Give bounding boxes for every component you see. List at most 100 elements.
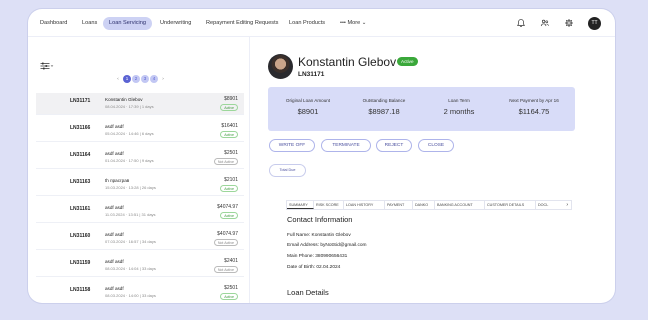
reject-button[interactable]: REJECT bbox=[376, 139, 412, 152]
client-status-badge: Active bbox=[397, 57, 418, 66]
loan-client-name: asdf asdf bbox=[105, 259, 124, 264]
loan-amount: $4074.97 bbox=[217, 231, 238, 237]
pager-prev[interactable]: ‹ bbox=[114, 75, 122, 83]
loan-id: LN31164 bbox=[70, 152, 91, 158]
loan-status-badge: Active bbox=[220, 293, 238, 300]
tab-documents[interactable]: DOCL bbox=[536, 201, 561, 209]
tab-loan-history[interactable]: LOAN HISTORY bbox=[344, 201, 385, 209]
loan-date: 15.03.2024 · 13:28 | 26 days bbox=[105, 185, 156, 190]
nav-underwriting[interactable]: Underwriting bbox=[154, 17, 197, 30]
stat-value-original-amount: $8901 bbox=[297, 107, 319, 116]
loan-id: LN31159 bbox=[70, 260, 91, 266]
loan-client-name: asdf asdf bbox=[105, 286, 124, 291]
loan-row[interactable]: LN31164 asdf asdf 01.04.2024 · 17:50 | 9… bbox=[36, 147, 244, 169]
loan-amount: $8901 bbox=[224, 96, 238, 102]
loan-id: LN31161 bbox=[70, 206, 91, 212]
loan-row[interactable]: LN31171 Konstantin Glebov 08.04.2024 · 1… bbox=[36, 93, 244, 115]
loan-amount: $2501 bbox=[224, 150, 238, 156]
loan-stats-panel: Original Loan Amount $8901 Outstanding B… bbox=[268, 87, 575, 131]
tab-payment[interactable]: PAYMENT bbox=[385, 201, 413, 209]
pager-page-3[interactable]: 3 bbox=[141, 75, 149, 83]
loan-row[interactable]: LN31163 th прасграв 15.03.2024 · 13:28 |… bbox=[36, 174, 244, 196]
nav-repayment-editing-requests[interactable]: Repayment Editing Requests bbox=[200, 17, 284, 30]
contact-phone: Main Phone: 380990656431 bbox=[287, 254, 348, 259]
loan-amount: $4074.97 bbox=[217, 204, 238, 210]
chevron-down-icon: ⌄ bbox=[361, 20, 367, 26]
write-off-button[interactable]: WRITE OFF bbox=[269, 139, 315, 152]
tab-danko[interactable]: DANKO bbox=[413, 201, 435, 209]
filter-sliders-icon[interactable] bbox=[40, 57, 54, 75]
loan-row[interactable]: LN31158 asdf asdf 08.03.2024 · 14:00 | 3… bbox=[36, 282, 244, 303]
top-navigation: Dashboard Loans Loan Servicing Underwrit… bbox=[28, 9, 615, 37]
nav-loans[interactable]: Loans bbox=[76, 17, 103, 30]
loan-status-badge: Not Active bbox=[213, 239, 238, 246]
tab-summary[interactable]: SUMMARY bbox=[287, 201, 314, 209]
loan-client-name: Konstantin Glebov bbox=[105, 97, 143, 102]
app-window: Dashboard Loans Loan Servicing Underwrit… bbox=[28, 9, 615, 303]
stat-value-next-payment: $1164.75 bbox=[518, 107, 550, 116]
loan-status-badge: Active bbox=[220, 104, 238, 111]
loan-client-name: th прасграв bbox=[105, 178, 130, 183]
loan-date: 01.04.2024 · 17:50 | 9 days bbox=[105, 158, 154, 163]
more-label: More bbox=[347, 20, 361, 26]
loan-client-name: asdf asdf bbox=[105, 151, 124, 156]
pager-page-4[interactable]: 4 bbox=[150, 75, 158, 83]
nav-dashboard[interactable]: Dashboard bbox=[34, 17, 73, 30]
pager-page-1[interactable]: 1 bbox=[123, 75, 131, 83]
loan-status-badge: Active bbox=[220, 131, 238, 138]
loan-date: 08.04.2024 · 17:39 | 1 days bbox=[105, 104, 154, 109]
loan-amount: $16401 bbox=[221, 123, 238, 129]
loan-amount: $2401 bbox=[224, 258, 238, 264]
loan-status-badge: Not Active bbox=[213, 158, 238, 165]
terminate-button[interactable]: TERMINATE bbox=[321, 139, 371, 152]
loan-number: LN31171 bbox=[298, 71, 325, 78]
loan-client-name: asdf asdf bbox=[105, 232, 124, 237]
loan-status-badge: Active bbox=[220, 212, 238, 219]
tab-banking-account[interactable]: BANKING ACCOUNT bbox=[435, 201, 485, 209]
contact-full-name: Full Name: Konstantin Glebov bbox=[287, 233, 351, 238]
loan-row[interactable]: LN31160 asdf asdf 07.03.2024 · 16:57 | 3… bbox=[36, 228, 244, 250]
loan-client-name: asdf asdf bbox=[105, 205, 124, 210]
pager-page-2[interactable]: 2 bbox=[132, 75, 140, 83]
close-button[interactable]: CLOSE bbox=[418, 139, 454, 152]
loan-date: 07.03.2024 · 16:57 | 34 days bbox=[105, 239, 156, 244]
client-name: Konstantin Glebov bbox=[298, 55, 397, 69]
tabs-scroll-right-icon[interactable]: › bbox=[566, 201, 568, 209]
contact-info-title: Contact Information bbox=[287, 215, 353, 224]
tab-customer-details[interactable]: CUSTOMER DETAILS bbox=[485, 201, 536, 209]
loan-amount: $2101 bbox=[224, 177, 238, 183]
loan-row[interactable]: LN31159 asdf asdf 08.03.2024 · 14:04 | 3… bbox=[36, 255, 244, 277]
loan-date: 11.03.2024 · 13:51 | 31 days bbox=[105, 212, 156, 217]
detail-tabs: SUMMARY RISK SCORE LOAN HISTORY PAYMENT … bbox=[286, 200, 572, 210]
gear-icon[interactable] bbox=[564, 18, 574, 28]
loan-row[interactable]: LN31166 asdf asdf 05.04.2024 · 14:46 | 6… bbox=[36, 120, 244, 142]
loan-row[interactable]: LN31161 asdf asdf 11.03.2024 · 13:51 | 3… bbox=[36, 201, 244, 223]
nav-more[interactable]: ••• More ⌄ bbox=[334, 17, 372, 30]
loan-date: 08.03.2024 · 14:04 | 33 days bbox=[105, 266, 156, 271]
nav-loan-products[interactable]: Loan Products bbox=[283, 17, 331, 30]
people-icon[interactable] bbox=[540, 18, 550, 28]
user-avatar[interactable]: TT bbox=[588, 17, 601, 30]
stat-label-loan-term: Loan Term bbox=[448, 98, 470, 103]
loan-id: LN31160 bbox=[70, 233, 91, 239]
loan-amount: $2501 bbox=[224, 285, 238, 291]
loan-date: 05.04.2024 · 14:46 | 6 days bbox=[105, 131, 154, 136]
stat-value-loan-term: 2 months bbox=[443, 107, 475, 116]
stat-label-next-payment: Next Payment by Apr 16 bbox=[509, 98, 559, 103]
nav-loan-servicing[interactable]: Loan Servicing bbox=[103, 17, 153, 30]
pager-next[interactable]: › bbox=[159, 75, 167, 83]
loan-status-badge: Active bbox=[220, 185, 238, 192]
stat-label-outstanding-balance: Outstanding Balance bbox=[362, 98, 406, 103]
contact-dob: Date of Birth: 02.04.2024 bbox=[287, 265, 341, 270]
more-dots: ••• bbox=[340, 20, 346, 26]
loan-status-badge: Not Active bbox=[213, 266, 238, 273]
loan-id: LN31166 bbox=[70, 125, 91, 131]
loan-client-name: asdf asdf bbox=[105, 124, 124, 129]
tab-risk-score[interactable]: RISK SCORE bbox=[314, 201, 344, 209]
total-due-button[interactable]: Total Due bbox=[269, 164, 306, 177]
bell-icon[interactable] bbox=[516, 18, 526, 28]
loan-id: LN31171 bbox=[70, 98, 91, 104]
contact-email: Email Address: byNotSid@gmail.com bbox=[287, 243, 367, 248]
loan-id: LN31163 bbox=[70, 179, 91, 185]
stat-label-original-amount: Original Loan Amount bbox=[285, 98, 331, 103]
